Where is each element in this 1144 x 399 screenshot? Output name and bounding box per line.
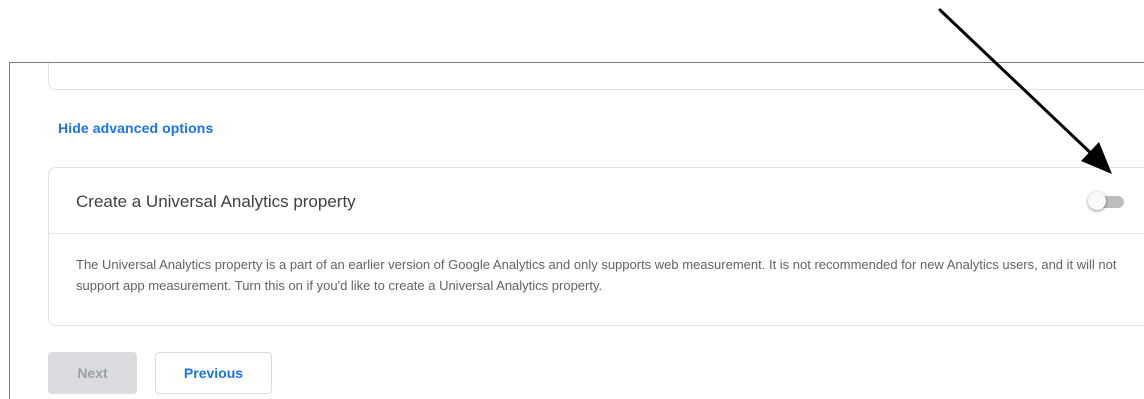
- next-button[interactable]: Next: [48, 352, 137, 394]
- toggle-knob: [1088, 192, 1106, 210]
- universal-analytics-description: The Universal Analytics property is a pa…: [76, 257, 1117, 293]
- universal-analytics-toggle[interactable]: [1088, 192, 1124, 212]
- universal-analytics-card: Create a Universal Analytics property Th…: [48, 167, 1144, 326]
- previous-card-section: [48, 63, 1144, 90]
- hide-advanced-options-link[interactable]: Hide advanced options: [58, 120, 213, 136]
- previous-button[interactable]: Previous: [155, 352, 272, 394]
- universal-analytics-card-header: Create a Universal Analytics property: [49, 168, 1144, 234]
- setup-panel: Hide advanced options Create a Universal…: [9, 62, 1144, 399]
- universal-analytics-title: Create a Universal Analytics property: [76, 192, 356, 211]
